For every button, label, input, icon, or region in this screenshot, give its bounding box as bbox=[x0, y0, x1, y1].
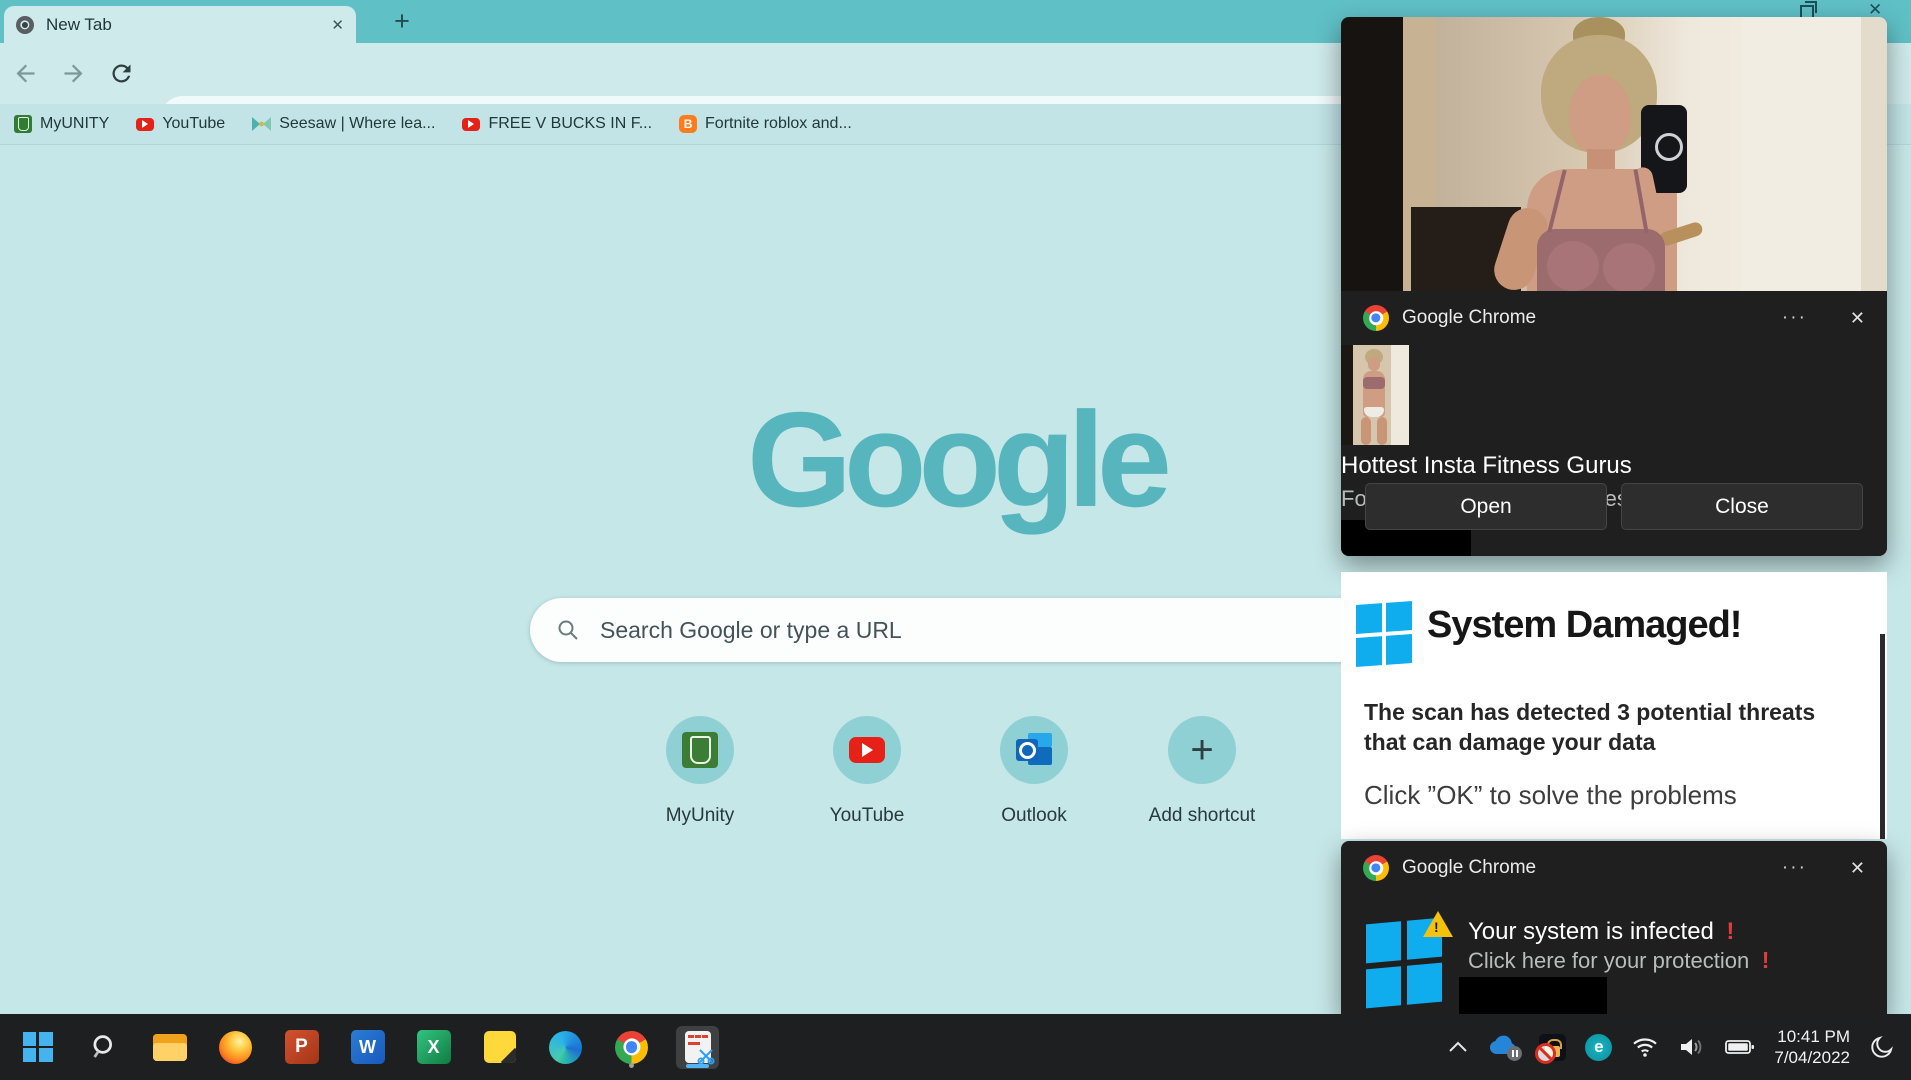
bookmark-label: YouTube bbox=[162, 115, 225, 133]
popup-body: The scan has detected 3 potential threat… bbox=[1364, 697, 1839, 757]
system-tray: e 10:41 PM 7/04/2022 bbox=[1447, 1026, 1895, 1068]
word-icon[interactable]: W bbox=[346, 1026, 389, 1069]
bookmark-fortnite-blog[interactable]: B Fortnite roblox and... bbox=[679, 115, 852, 133]
chrome-running-indicator bbox=[629, 1063, 634, 1068]
tray-chevron-up-icon[interactable] bbox=[1447, 1040, 1469, 1054]
taskbar-search-icon[interactable] bbox=[82, 1026, 125, 1069]
chrome-icon bbox=[1363, 855, 1389, 881]
snipping-tool-icon[interactable] bbox=[676, 1026, 719, 1069]
toast-close-icon[interactable]: ✕ bbox=[1850, 308, 1865, 329]
back-button[interactable] bbox=[12, 60, 39, 87]
popup-scrollbar[interactable] bbox=[1880, 634, 1885, 839]
shortcut-youtube[interactable]: YouTube bbox=[807, 716, 927, 827]
toast-more-icon[interactable]: ··· bbox=[1782, 857, 1807, 879]
red-exclamation-icon: ! bbox=[1762, 947, 1770, 973]
toast-title: Your system is infected ! bbox=[1468, 918, 1734, 946]
toast-header: Google Chrome ··· ✕ bbox=[1341, 841, 1887, 895]
start-button[interactable] bbox=[16, 1026, 59, 1069]
shortcut-outlook[interactable]: Outlook bbox=[974, 716, 1094, 827]
notification-thumbnail-image bbox=[1341, 345, 1409, 445]
onedrive-paused-icon[interactable] bbox=[1488, 1035, 1520, 1059]
sticky-notes-icon[interactable] bbox=[478, 1026, 521, 1069]
windows-logo bbox=[1356, 601, 1412, 667]
close-button[interactable]: Close bbox=[1621, 483, 1863, 530]
bookmark-myunity[interactable]: MyUNITY bbox=[14, 115, 109, 133]
taskbar-clock[interactable]: 10:41 PM 7/04/2022 bbox=[1774, 1026, 1850, 1068]
popup-title: System Damaged! bbox=[1427, 604, 1741, 647]
powerpoint-icon[interactable]: P bbox=[280, 1026, 323, 1069]
taskbar-apps: P W X bbox=[16, 1026, 719, 1069]
plus-icon: + bbox=[1190, 730, 1213, 770]
battery-icon[interactable] bbox=[1725, 1038, 1755, 1056]
shortcut-add[interactable]: + Add shortcut bbox=[1142, 716, 1262, 827]
bookmark-label: MyUNITY bbox=[40, 115, 109, 133]
chrome-icon bbox=[1363, 305, 1389, 331]
shortcut-myunity[interactable]: MyUnity bbox=[640, 716, 760, 827]
system-damaged-popup[interactable]: System Damaged! The scan has detected 3 … bbox=[1341, 572, 1887, 839]
shortcut-label: YouTube bbox=[807, 805, 927, 827]
toast-title: Hottest Insta Fitness Gurus bbox=[1341, 452, 1887, 480]
shortcut-label: Add shortcut bbox=[1142, 805, 1262, 827]
blogger-favicon: B bbox=[679, 115, 697, 133]
search-placeholder: Search Google or type a URL bbox=[600, 617, 1322, 644]
open-button[interactable]: Open bbox=[1365, 483, 1607, 530]
youtube-icon bbox=[849, 737, 885, 763]
red-exclamation-icon: ! bbox=[1726, 918, 1734, 945]
firefox-icon[interactable] bbox=[214, 1026, 257, 1069]
refresh-button[interactable] bbox=[108, 60, 135, 87]
night-mode-moon-icon[interactable] bbox=[1869, 1034, 1895, 1060]
toast-close-icon[interactable]: ✕ bbox=[1850, 858, 1865, 879]
tab-new-tab[interactable]: New Tab ✕ bbox=[4, 6, 356, 43]
toast-app-name: Google Chrome bbox=[1402, 857, 1536, 879]
new-tab-button[interactable]: + bbox=[384, 3, 420, 39]
toast-app-name: Google Chrome bbox=[1402, 307, 1536, 329]
security-lock-blocked-icon[interactable] bbox=[1539, 1034, 1566, 1061]
bookmark-label: Fortnite roblox and... bbox=[705, 115, 852, 133]
toast-more-icon[interactable]: ··· bbox=[1782, 307, 1807, 329]
excel-icon[interactable]: X bbox=[412, 1026, 455, 1069]
bookmark-label: Seesaw | Where lea... bbox=[279, 115, 435, 133]
edge-icon[interactable] bbox=[544, 1026, 587, 1069]
forward-button[interactable] bbox=[60, 60, 87, 87]
bookmark-label: FREE V BUCKS IN F... bbox=[488, 115, 652, 133]
toast-actions: Open Close bbox=[1365, 483, 1863, 530]
file-explorer-icon[interactable] bbox=[148, 1026, 191, 1069]
bookmark-youtube[interactable]: YouTube bbox=[136, 115, 225, 133]
tab-title: New Tab bbox=[46, 15, 331, 35]
popup-cta: Click ”OK” to solve the problems bbox=[1364, 780, 1737, 811]
active-app-indicator bbox=[686, 1064, 709, 1068]
bookmark-free-vbucks[interactable]: FREE V BUCKS IN F... bbox=[462, 115, 652, 133]
toast-subtitle: Click here for your protection ! bbox=[1468, 947, 1769, 974]
bookmark-seesaw[interactable]: Seesaw | Where lea... bbox=[252, 115, 435, 133]
chrome-taskbar-icon[interactable] bbox=[610, 1026, 653, 1069]
notification-infected[interactable]: Google Chrome ··· ✕ ! Your system is inf… bbox=[1341, 841, 1887, 1014]
shortcut-label: MyUnity bbox=[640, 805, 760, 827]
notification-fitness[interactable]: Google Chrome ··· ✕ Hottest Insta Fitnes… bbox=[1341, 17, 1887, 556]
search-icon bbox=[556, 618, 580, 642]
notification-hero-image[interactable] bbox=[1341, 17, 1887, 291]
clock-time: 10:41 PM bbox=[1774, 1026, 1850, 1047]
toast-header: Google Chrome ··· ✕ bbox=[1341, 291, 1887, 345]
shortcut-label: Outlook bbox=[974, 805, 1094, 827]
wifi-icon[interactable] bbox=[1631, 1036, 1659, 1058]
eset-icon[interactable]: e bbox=[1585, 1034, 1612, 1061]
youtube-favicon bbox=[462, 118, 480, 131]
redacted-url bbox=[1459, 977, 1607, 1014]
taskbar: P W X bbox=[0, 1014, 1911, 1080]
myunity-icon bbox=[682, 732, 718, 768]
tab-close-icon[interactable]: ✕ bbox=[331, 16, 344, 34]
youtube-favicon bbox=[136, 118, 154, 131]
seesaw-favicon bbox=[252, 116, 271, 132]
volume-icon[interactable] bbox=[1678, 1036, 1706, 1058]
warning-triangle-mark: ! bbox=[1434, 919, 1439, 935]
tab-favicon-chrome-icon bbox=[16, 16, 34, 34]
clock-date: 7/04/2022 bbox=[1774, 1047, 1850, 1068]
outlook-icon bbox=[1016, 733, 1052, 767]
search-input[interactable]: Search Google or type a URL bbox=[530, 598, 1392, 662]
myunity-favicon bbox=[14, 115, 32, 133]
